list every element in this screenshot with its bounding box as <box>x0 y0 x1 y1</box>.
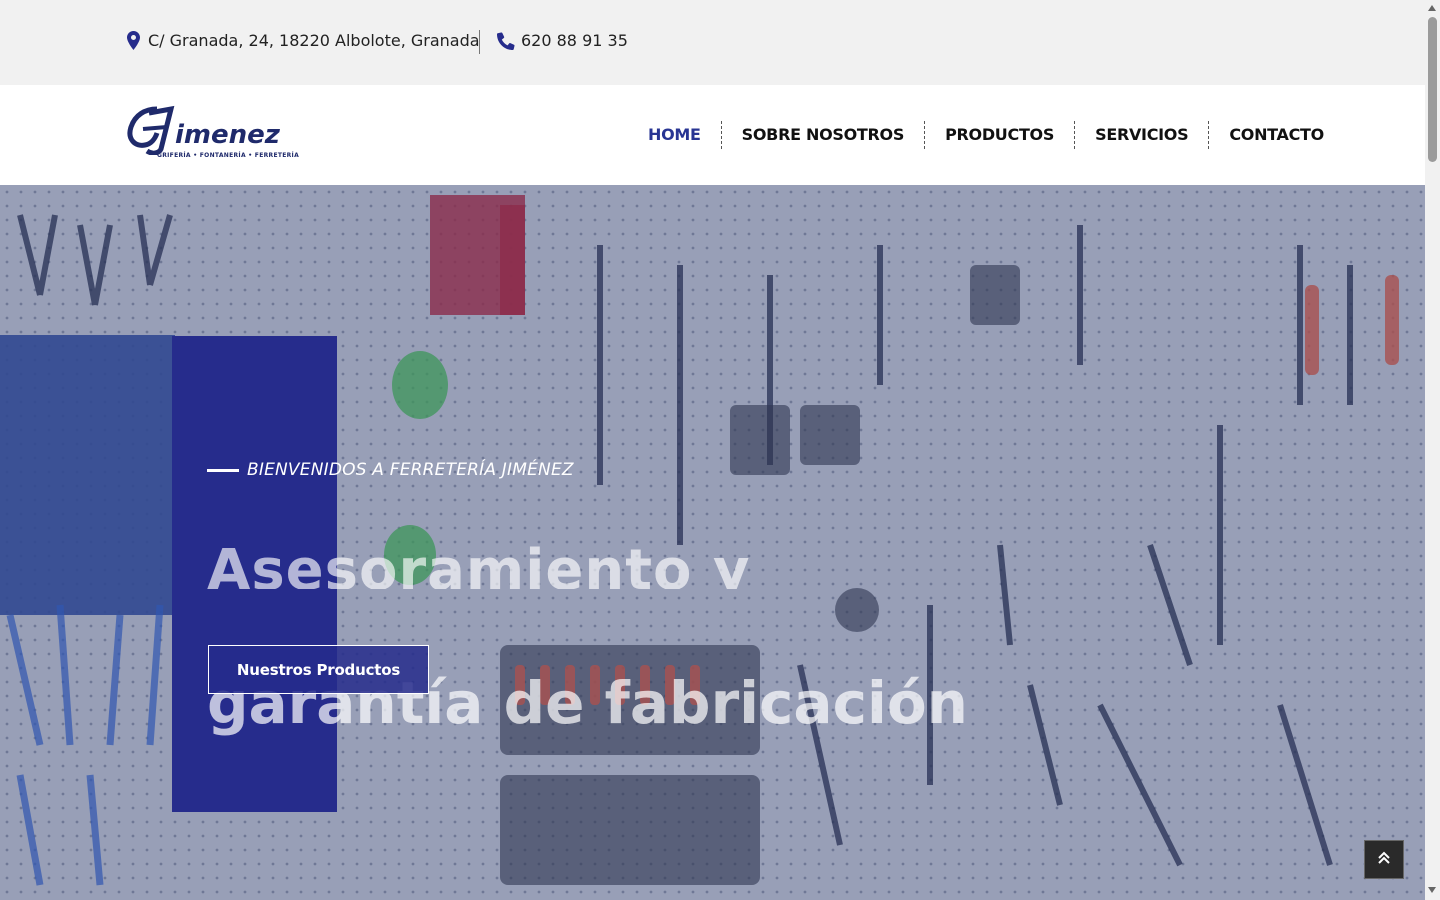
svg-text:imenez: imenez <box>175 120 281 150</box>
double-chevron-up-icon <box>1378 850 1390 869</box>
nav-sobre-nosotros[interactable]: SOBRE NOSOTROS <box>722 121 924 149</box>
hero-slider: BIENVENIDOS A FERRETERÍA JIMÉNEZ Asesora… <box>0 185 1425 900</box>
scroll-down-arrow-icon[interactable] <box>1428 887 1436 893</box>
nav-home[interactable]: HOME <box>628 121 721 149</box>
topbar-divider <box>479 30 480 54</box>
site-header: imenez GRIFERÍA • FONTANERÍA • FERRETERÍ… <box>0 85 1425 185</box>
welcome-text: BIENVENIDOS A FERRETERÍA JIMÉNEZ <box>247 460 574 480</box>
scrollbar-thumb[interactable] <box>1428 17 1437 162</box>
hero-welcome: BIENVENIDOS A FERRETERÍA JIMÉNEZ <box>207 460 574 480</box>
phone-text[interactable]: 620 88 91 35 <box>521 31 628 50</box>
nav-productos[interactable]: PRODUCTOS <box>925 121 1074 149</box>
main-nav: HOME SOBRE NOSOTROS PRODUCTOS SERVICIOS … <box>628 121 1344 149</box>
top-info-bar: C/ Granada, 24, 18220 Albolote, Granada … <box>0 0 1425 85</box>
hero-headline-line1: Asesoramiento y <box>207 538 751 589</box>
nav-contacto[interactable]: CONTACTO <box>1209 121 1344 149</box>
address-info: C/ Granada, 24, 18220 Albolote, Granada <box>127 31 480 50</box>
phone-icon <box>497 31 515 50</box>
page-scrollbar[interactable] <box>1425 0 1440 900</box>
logo-tagline: GRIFERÍA • FONTANERÍA • FERRETERÍA <box>157 152 300 159</box>
welcome-line <box>207 468 239 472</box>
back-to-top-button[interactable] <box>1364 840 1404 879</box>
map-pin-icon <box>127 31 140 50</box>
address-text: C/ Granada, 24, 18220 Albolote, Granada <box>148 31 480 50</box>
our-products-button[interactable]: Nuestros Productos <box>208 645 429 694</box>
site-logo[interactable]: imenez GRIFERÍA • FONTANERÍA • FERRETERÍ… <box>127 105 299 165</box>
nav-servicios[interactable]: SERVICIOS <box>1075 121 1208 149</box>
scroll-up-arrow-icon[interactable] <box>1428 5 1436 11</box>
phone-info[interactable]: 620 88 91 35 <box>497 31 628 50</box>
